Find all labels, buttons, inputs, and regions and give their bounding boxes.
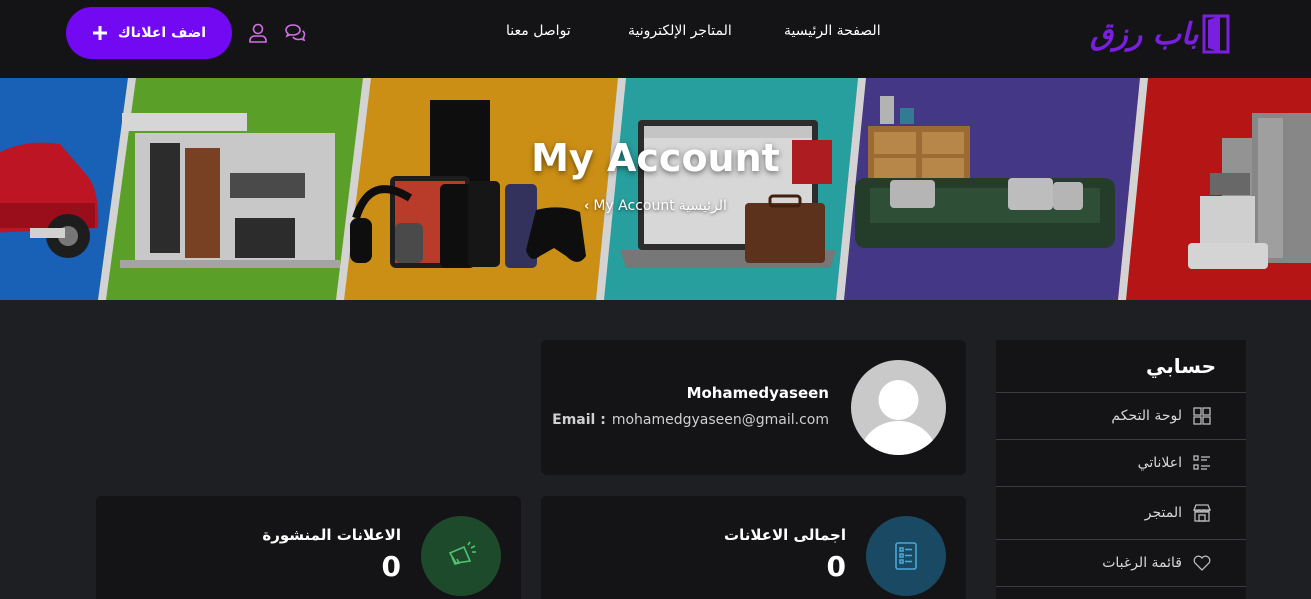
- email-label: Email :: [552, 412, 606, 428]
- sidebar-item-store[interactable]: المتجر: [996, 486, 1246, 539]
- list-icon: [1193, 455, 1210, 470]
- stat-value: 0: [826, 550, 846, 583]
- door-icon: [1202, 14, 1230, 54]
- banner-image: [0, 78, 1311, 300]
- default-avatar-icon: [860, 380, 937, 455]
- plus-icon: [92, 26, 107, 40]
- top-header: باب رزق الصفحة الرئيسية المتاجر الإلكترو…: [0, 0, 1311, 78]
- nav-home-link[interactable]: الصفحة الرئيسية: [784, 23, 881, 45]
- heart-icon: [1193, 555, 1211, 571]
- profile-card: Mohamedyaseen Email : mohamedgyaseen@gma…: [541, 340, 966, 475]
- sidebar-item-label: لوحة التحكم: [1111, 408, 1182, 424]
- chat-icon[interactable]: [283, 21, 307, 45]
- page-title: My Account: [531, 136, 780, 180]
- nav-stores-link[interactable]: المتاجر الإلكترونية: [628, 23, 732, 45]
- page-banner: My Account: [0, 78, 1311, 300]
- sidebar-item-label: اعلاناتي: [1137, 455, 1182, 471]
- breadcrumb: ‹ My Account الرئيسية: [584, 198, 727, 214]
- megaphone-icon: [448, 541, 476, 565]
- profile-email-line: Email : mohamedgyaseen@gmail.com: [552, 412, 829, 428]
- sidebar-item-dashboard[interactable]: لوحة التحكم: [996, 392, 1246, 439]
- breadcrumb-home[interactable]: الرئيسية: [679, 198, 727, 214]
- stat-card-total-ads: اجمالى الاعلانات 0: [541, 496, 966, 599]
- nav-contact-link[interactable]: تواصل معنا: [506, 23, 571, 45]
- stat-value: 0: [381, 550, 401, 583]
- store-icon: [1193, 504, 1211, 522]
- avatar[interactable]: [851, 360, 946, 455]
- sidebar-item-label: قائمة الرغبات: [1102, 555, 1182, 571]
- sidebar-item-my-ads[interactable]: اعلاناتي: [996, 439, 1246, 486]
- chevron-left-icon: ‹: [584, 198, 590, 214]
- profile-email: mohamedgyaseen@gmail.com: [611, 412, 829, 428]
- breadcrumb-current: My Account: [593, 198, 675, 214]
- sidebar-item-label: المتجر: [1144, 505, 1182, 521]
- stat-icon-bg: [866, 516, 946, 596]
- profile-username: Mohamedyaseen: [686, 384, 829, 402]
- sidebar-item-wishlist[interactable]: قائمة الرغبات: [996, 539, 1246, 586]
- site-logo[interactable]: باب رزق: [1090, 10, 1242, 58]
- sidebar-title: حسابي: [1145, 354, 1216, 378]
- account-sidebar: حسابي لوحة التحكم اعلاناتي المتجر قائمة …: [996, 340, 1246, 599]
- logo-text: باب رزق: [1090, 16, 1199, 52]
- user-icon[interactable]: [246, 21, 270, 45]
- sidebar-divider: [996, 586, 1246, 599]
- add-ad-label: اضف اعلاناك: [117, 25, 207, 41]
- stat-icon-bg: [421, 516, 501, 596]
- stat-card-published-ads: الاعلانات المنشورة 0: [96, 496, 521, 599]
- stat-label: اجمالى الاعلانات: [724, 526, 846, 544]
- dashboard-icon: [1193, 407, 1211, 425]
- stat-label: الاعلانات المنشورة: [262, 526, 401, 544]
- add-ad-button[interactable]: اضف اعلاناك: [66, 7, 232, 59]
- document-list-icon: [895, 542, 917, 570]
